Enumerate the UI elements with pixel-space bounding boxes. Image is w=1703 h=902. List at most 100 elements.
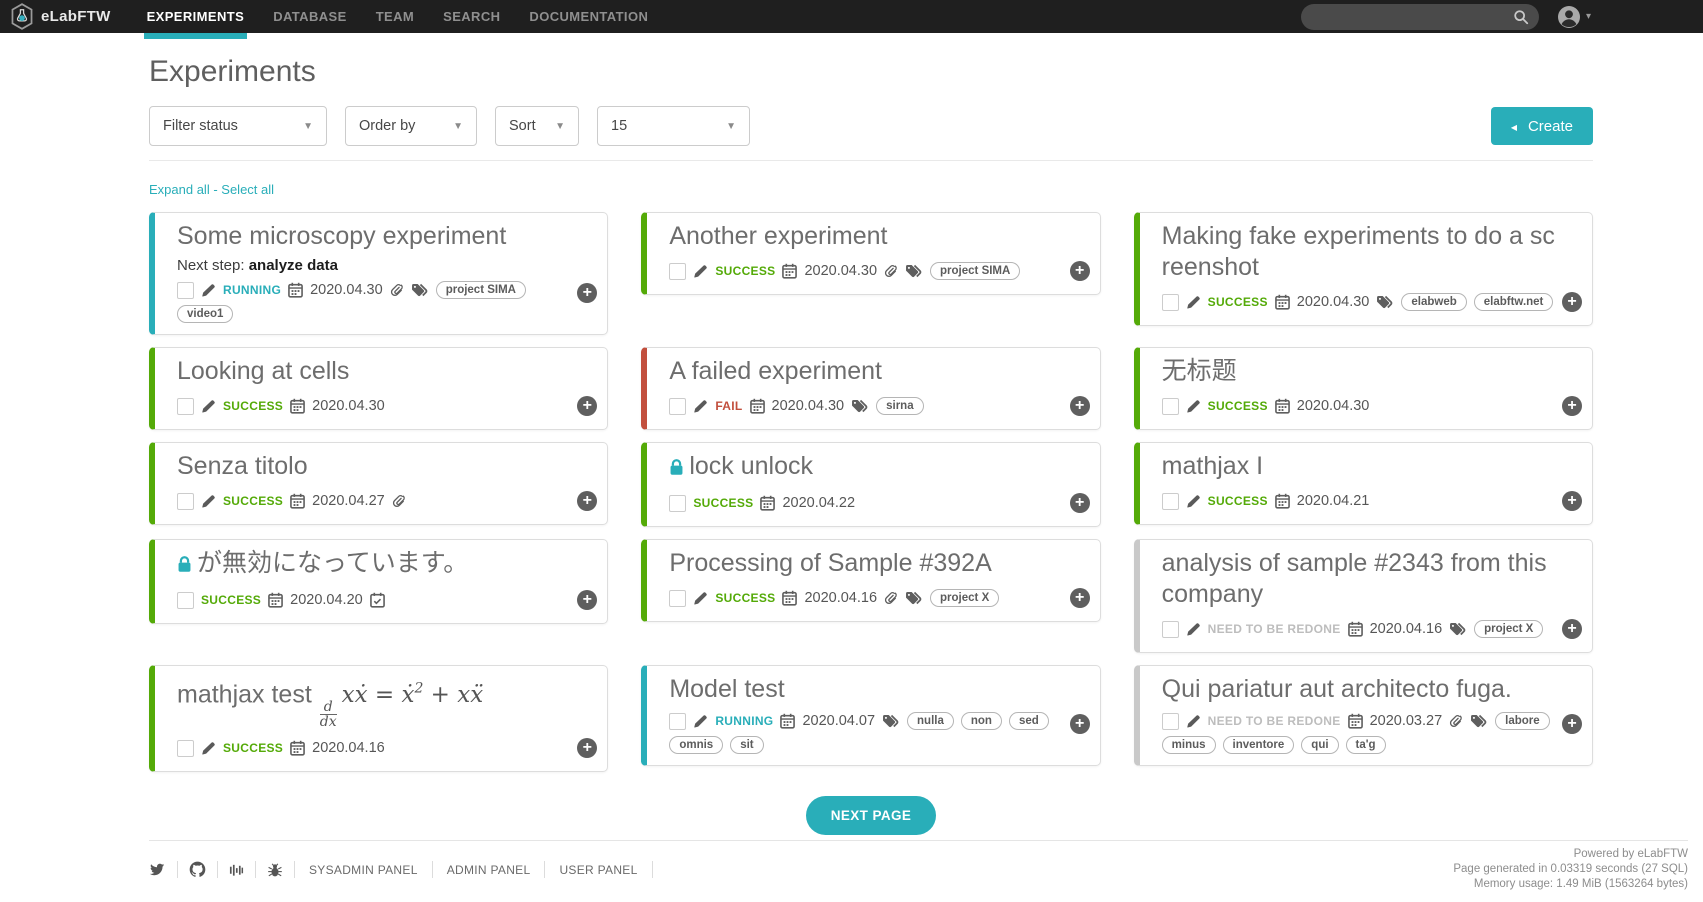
nav-item-team[interactable]: TEAM bbox=[376, 0, 414, 33]
pencil-icon[interactable] bbox=[693, 714, 708, 729]
experiment-card[interactable]: mathjax I SUCCESS 2020.04.21 + bbox=[1134, 442, 1593, 525]
tag-pill[interactable]: ta'g bbox=[1346, 736, 1386, 754]
select-checkbox[interactable] bbox=[669, 263, 686, 280]
select-checkbox[interactable] bbox=[1162, 294, 1179, 311]
nav-item-search[interactable]: SEARCH bbox=[443, 0, 500, 33]
experiment-card[interactable]: Another experiment SUCCESS 2020.04.30 pr… bbox=[641, 212, 1100, 295]
add-to-category-icon[interactable]: + bbox=[1070, 396, 1090, 416]
signal-bars-icon[interactable] bbox=[218, 861, 256, 878]
pencil-icon[interactable] bbox=[1186, 399, 1201, 414]
select-checkbox[interactable] bbox=[1162, 713, 1179, 730]
tag-pill[interactable]: sit bbox=[730, 736, 763, 754]
search-input[interactable] bbox=[1301, 4, 1539, 30]
experiment-card[interactable]: Processing of Sample #392A SUCCESS 2020.… bbox=[641, 539, 1100, 622]
user-panel-link[interactable]: USER PANEL bbox=[545, 861, 652, 878]
tag-pill[interactable]: elabweb bbox=[1401, 293, 1466, 311]
twitter-icon[interactable] bbox=[149, 861, 178, 878]
expand-all-link[interactable]: Expand all bbox=[149, 182, 210, 197]
tag-pill[interactable]: minus bbox=[1162, 736, 1216, 754]
select-all-link[interactable]: Select all bbox=[221, 182, 274, 197]
filter-select-0[interactable]: Filter status▼ bbox=[149, 106, 327, 146]
filter-select-3[interactable]: 15▼ bbox=[597, 106, 750, 146]
nav-item-database[interactable]: DATABASE bbox=[273, 0, 347, 33]
tag-pill[interactable]: project SIMA bbox=[436, 281, 526, 299]
experiment-card[interactable]: 无标题 SUCCESS 2020.04.30 + bbox=[1134, 347, 1593, 430]
tag-pill[interactable]: video1 bbox=[177, 305, 233, 323]
experiment-card[interactable]: Making fake experiments to do a sc reens… bbox=[1134, 212, 1593, 326]
add-to-category-icon[interactable]: + bbox=[1562, 396, 1582, 416]
sysadmin-panel-link[interactable]: SYSADMIN PANEL bbox=[295, 861, 433, 878]
pencil-icon[interactable] bbox=[201, 494, 216, 509]
select-checkbox[interactable] bbox=[669, 590, 686, 607]
select-checkbox[interactable] bbox=[669, 495, 686, 512]
pencil-icon[interactable] bbox=[1186, 494, 1201, 509]
filter-select-1[interactable]: Order by▼ bbox=[345, 106, 477, 146]
pencil-icon[interactable] bbox=[1186, 295, 1201, 310]
experiment-card[interactable]: mathjax testddxxẋ = ẋ2 + xẍ SUCCESS 2020… bbox=[149, 665, 608, 772]
add-to-category-icon[interactable]: + bbox=[1070, 588, 1090, 608]
tag-pill[interactable]: project X bbox=[1474, 620, 1543, 638]
pencil-icon[interactable] bbox=[201, 741, 216, 756]
add-to-category-icon[interactable]: + bbox=[1070, 493, 1090, 513]
filter-select-2[interactable]: Sort▼ bbox=[495, 106, 579, 146]
pencil-icon[interactable] bbox=[201, 283, 216, 298]
search-icon[interactable] bbox=[1513, 9, 1529, 30]
add-to-category-icon[interactable]: + bbox=[577, 590, 597, 610]
experiment-card[interactable]: が無効になっています。 SUCCESS 2020.04.20 + bbox=[149, 539, 608, 624]
select-checkbox[interactable] bbox=[177, 493, 194, 510]
tag-pill[interactable]: labore bbox=[1495, 712, 1550, 730]
pencil-icon[interactable] bbox=[693, 591, 708, 606]
select-checkbox[interactable] bbox=[1162, 398, 1179, 415]
pencil-icon[interactable] bbox=[693, 264, 708, 279]
select-checkbox[interactable] bbox=[669, 398, 686, 415]
tag-pill[interactable]: elabftw.net bbox=[1474, 293, 1554, 311]
add-to-category-icon[interactable]: + bbox=[577, 396, 597, 416]
experiment-card[interactable]: Qui pariatur aut architecto fuga. NEED T… bbox=[1134, 665, 1593, 766]
bug-icon[interactable] bbox=[256, 861, 295, 878]
brand[interactable]: eLabFTW bbox=[10, 3, 111, 30]
nav-item-experiments[interactable]: EXPERIMENTS bbox=[147, 0, 245, 33]
select-checkbox[interactable] bbox=[177, 740, 194, 757]
select-checkbox[interactable] bbox=[177, 398, 194, 415]
pencil-icon[interactable] bbox=[693, 399, 708, 414]
experiment-card[interactable]: Model test RUNNING 2020.04.07 nullanonse… bbox=[641, 665, 1100, 766]
add-to-category-icon[interactable]: + bbox=[1562, 714, 1582, 734]
add-to-category-icon[interactable]: + bbox=[577, 491, 597, 511]
tag-pill[interactable]: sirna bbox=[876, 397, 924, 415]
pencil-icon[interactable] bbox=[201, 399, 216, 414]
add-to-category-icon[interactable]: + bbox=[1562, 619, 1582, 639]
experiment-card[interactable]: Some microscopy experiment Next step: an… bbox=[149, 212, 608, 335]
experiment-card[interactable]: analysis of sample #2343 from this compa… bbox=[1134, 539, 1593, 653]
select-checkbox[interactable] bbox=[1162, 621, 1179, 638]
tag-pill[interactable]: project X bbox=[930, 589, 999, 607]
add-to-category-icon[interactable]: + bbox=[577, 738, 597, 758]
select-checkbox[interactable] bbox=[1162, 493, 1179, 510]
tag-pill[interactable]: project SIMA bbox=[930, 262, 1020, 280]
admin-panel-link[interactable]: ADMIN PANEL bbox=[433, 861, 546, 878]
tag-pill[interactable]: non bbox=[961, 712, 1002, 730]
select-checkbox[interactable] bbox=[177, 282, 194, 299]
add-to-category-icon[interactable]: + bbox=[1070, 714, 1090, 734]
pencil-icon[interactable] bbox=[1186, 714, 1201, 729]
tag-pill[interactable]: inventore bbox=[1223, 736, 1295, 754]
tag-pill[interactable]: qui bbox=[1301, 736, 1338, 754]
experiment-card[interactable]: A failed experiment FAIL 2020.04.30 sirn… bbox=[641, 347, 1100, 430]
github-icon[interactable] bbox=[178, 861, 218, 878]
nav-item-documentation[interactable]: DOCUMENTATION bbox=[529, 0, 648, 33]
tag-pill[interactable]: omnis bbox=[669, 736, 723, 754]
tag-pill[interactable]: sed bbox=[1009, 712, 1049, 730]
select-checkbox[interactable] bbox=[177, 592, 194, 609]
experiment-card[interactable]: Senza titolo SUCCESS 2020.04.27 + bbox=[149, 442, 608, 525]
add-to-category-icon[interactable]: + bbox=[577, 283, 597, 303]
add-to-category-icon[interactable]: + bbox=[1562, 491, 1582, 511]
experiment-card[interactable]: Looking at cells SUCCESS 2020.04.30 + bbox=[149, 347, 608, 430]
next-page-button[interactable]: NEXT PAGE bbox=[806, 796, 937, 835]
user-menu[interactable]: ▾ bbox=[1557, 5, 1591, 29]
experiment-card[interactable]: lock unlock SUCCESS 2020.04.22 + bbox=[641, 442, 1100, 527]
tag-pill[interactable]: nulla bbox=[907, 712, 954, 730]
add-to-category-icon[interactable]: + bbox=[1562, 292, 1582, 312]
select-checkbox[interactable] bbox=[669, 713, 686, 730]
create-button[interactable]: ◀ Create bbox=[1491, 107, 1593, 145]
add-to-category-icon[interactable]: + bbox=[1070, 261, 1090, 281]
pencil-icon[interactable] bbox=[1186, 622, 1201, 637]
